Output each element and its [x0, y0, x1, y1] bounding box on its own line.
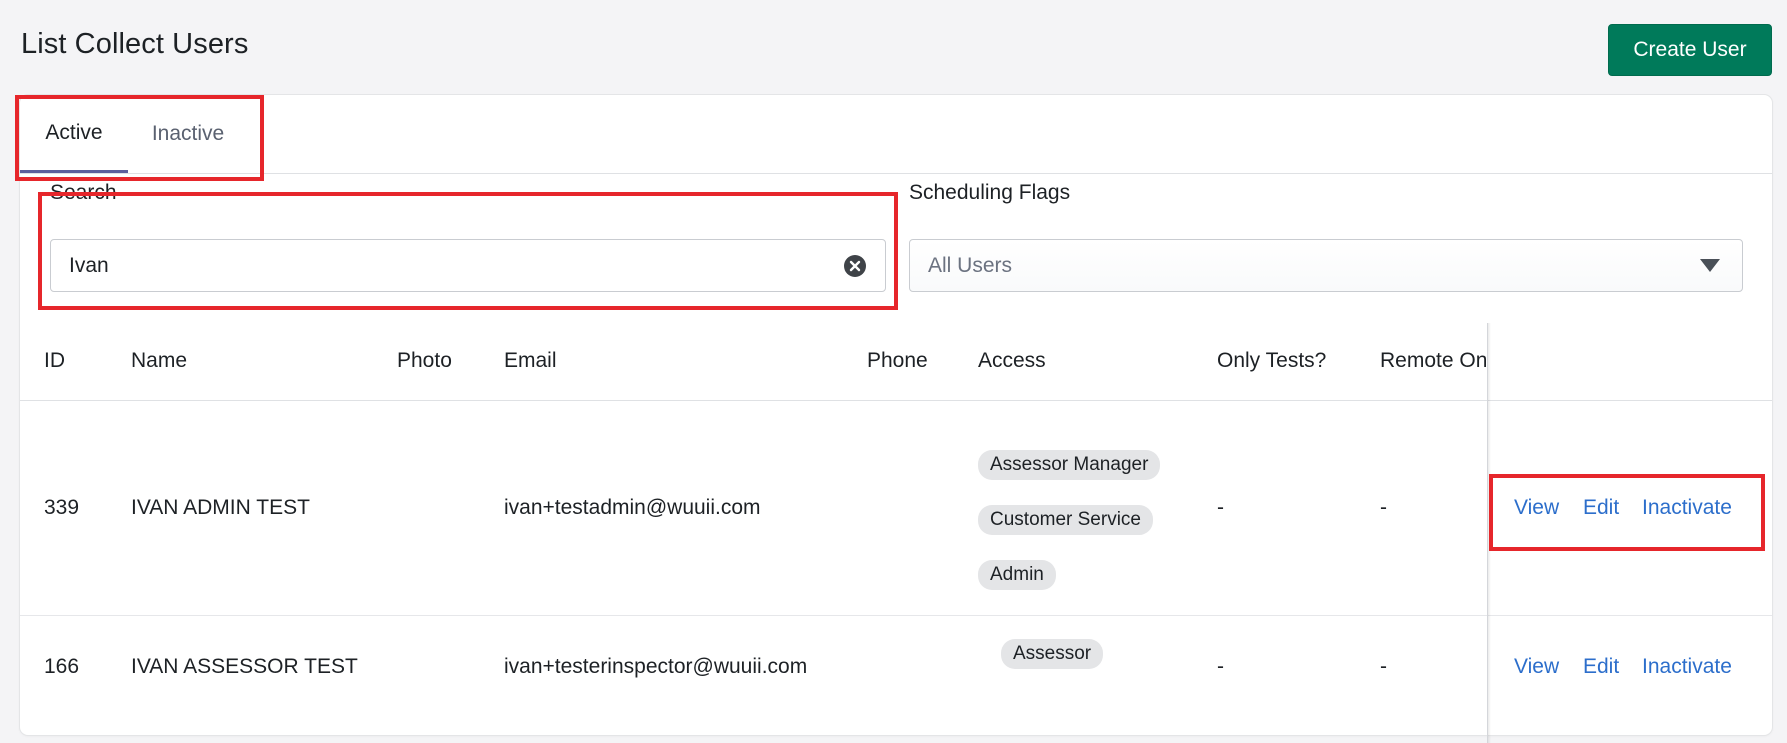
cell-remote-only: - [1380, 655, 1387, 678]
column-header-remote-only: Remote On [1380, 349, 1486, 372]
row-divider [20, 615, 1772, 616]
cell-only-tests: - [1217, 496, 1224, 519]
inactivate-link[interactable]: Inactivate [1642, 655, 1732, 679]
caret-down-icon [1700, 259, 1720, 272]
tab-inactive[interactable]: Inactive [128, 95, 248, 173]
column-header-photo: Photo [397, 349, 452, 372]
column-header-phone: Phone [867, 349, 928, 372]
inactivate-link[interactable]: Inactivate [1642, 496, 1732, 520]
scheduling-flags-label: Scheduling Flags [909, 181, 1071, 204]
search-input[interactable] [69, 240, 829, 291]
access-badge: Admin [978, 560, 1056, 590]
close-circle-icon[interactable] [843, 254, 867, 278]
cell-email: ivan+testerinspector@wuuii.com [504, 655, 808, 678]
cell-name: IVAN ASSESSOR TEST [131, 655, 358, 678]
access-badge: Assessor Manager [978, 450, 1161, 480]
cell-id: 166 [44, 655, 80, 678]
column-header-email: Email [504, 349, 557, 372]
scheduling-flags-value: All Users [928, 254, 1013, 277]
search-label: Search [50, 181, 117, 204]
access-badge: Assessor [1001, 639, 1104, 669]
edit-link[interactable]: Edit [1583, 655, 1619, 679]
tab-active[interactable]: Active [20, 95, 128, 173]
status-tabs: Active Inactive [20, 95, 1772, 174]
create-user-button[interactable]: Create User [1608, 24, 1772, 76]
cell-remote-only: - [1380, 496, 1387, 519]
view-link[interactable]: View [1514, 655, 1559, 679]
edit-link[interactable]: Edit [1583, 496, 1619, 520]
column-header-only-tests: Only Tests? [1217, 349, 1327, 372]
cell-email: ivan+testadmin@wuuii.com [504, 496, 761, 519]
column-header-id: ID [44, 349, 65, 372]
column-header-name: Name [131, 349, 188, 372]
search-field[interactable] [50, 239, 886, 292]
scheduling-flags-select[interactable]: All Users [909, 239, 1743, 292]
cell-name: IVAN ADMIN TEST [131, 496, 310, 519]
users-card: Active Inactive Search Scheduling Flags … [20, 95, 1772, 743]
view-link[interactable]: View [1514, 496, 1559, 520]
cell-id: 339 [44, 496, 80, 519]
cell-only-tests: - [1217, 655, 1224, 678]
page-title: List Collect Users [21, 28, 249, 60]
access-badge: Customer Service [978, 505, 1153, 535]
sticky-actions-divider [1487, 323, 1491, 743]
column-header-access: Access [978, 349, 1046, 372]
header-divider [20, 400, 1772, 401]
